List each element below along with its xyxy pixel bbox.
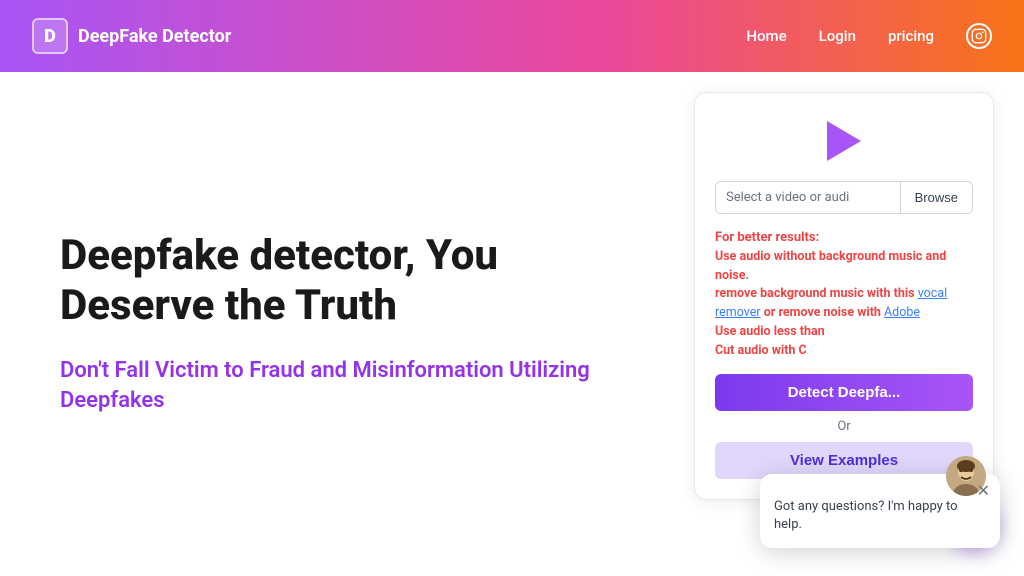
hero-title: Deepfake detector, You Deserve the Truth — [60, 231, 644, 332]
chat-bubble: ✕ Got any questions? I'm happy to help. — [760, 474, 1000, 548]
logo-area[interactable]: D DeepFake Detector — [32, 18, 231, 54]
file-input-label: Select a video or audi — [716, 182, 900, 213]
tips-section: For better results: Use audio without ba… — [715, 228, 973, 360]
chat-bubble-text: Got any questions? I'm happy to help. — [774, 498, 986, 534]
or-divider: Or — [715, 419, 973, 434]
nav-pricing[interactable]: pricing — [888, 27, 934, 45]
tips-for-better: For better results: — [715, 230, 819, 245]
nav-home[interactable]: Home — [746, 27, 786, 45]
instagram-icon[interactable] — [966, 23, 992, 49]
adobe-link[interactable]: Adobe — [884, 305, 920, 320]
browse-button[interactable]: Browse — [900, 182, 972, 213]
file-input-row[interactable]: Select a video or audi Browse — [715, 181, 973, 214]
header: D DeepFake Detector Home Login pricing — [0, 0, 1024, 72]
detector-card: Select a video or audi Browse For better… — [694, 92, 994, 500]
tip-remove-prefix: remove background music with this — [715, 286, 918, 301]
play-icon-wrap — [715, 117, 973, 165]
detect-button[interactable]: Detect Deepfa... — [715, 374, 973, 411]
tip-use-audio: Use audio without background music and n… — [715, 249, 946, 283]
chat-close-button[interactable]: ✕ — [977, 484, 990, 500]
play-icon — [827, 121, 861, 161]
app-title: DeepFake Detector — [78, 26, 231, 47]
main-nav: Home Login pricing — [746, 23, 992, 49]
tip-remove-mid: or remove noise with — [761, 305, 884, 320]
tip-cut-audio: Cut audio with C — [715, 343, 807, 358]
tip-use-less: Use audio less than — [715, 324, 825, 339]
hero-section: Deepfake detector, You Deserve the Truth… — [0, 72, 684, 576]
nav-login[interactable]: Login — [819, 27, 856, 45]
logo-icon: D — [32, 18, 68, 54]
hero-subtitle: Don't Fall Victim to Fraud and Misinform… — [60, 356, 644, 418]
